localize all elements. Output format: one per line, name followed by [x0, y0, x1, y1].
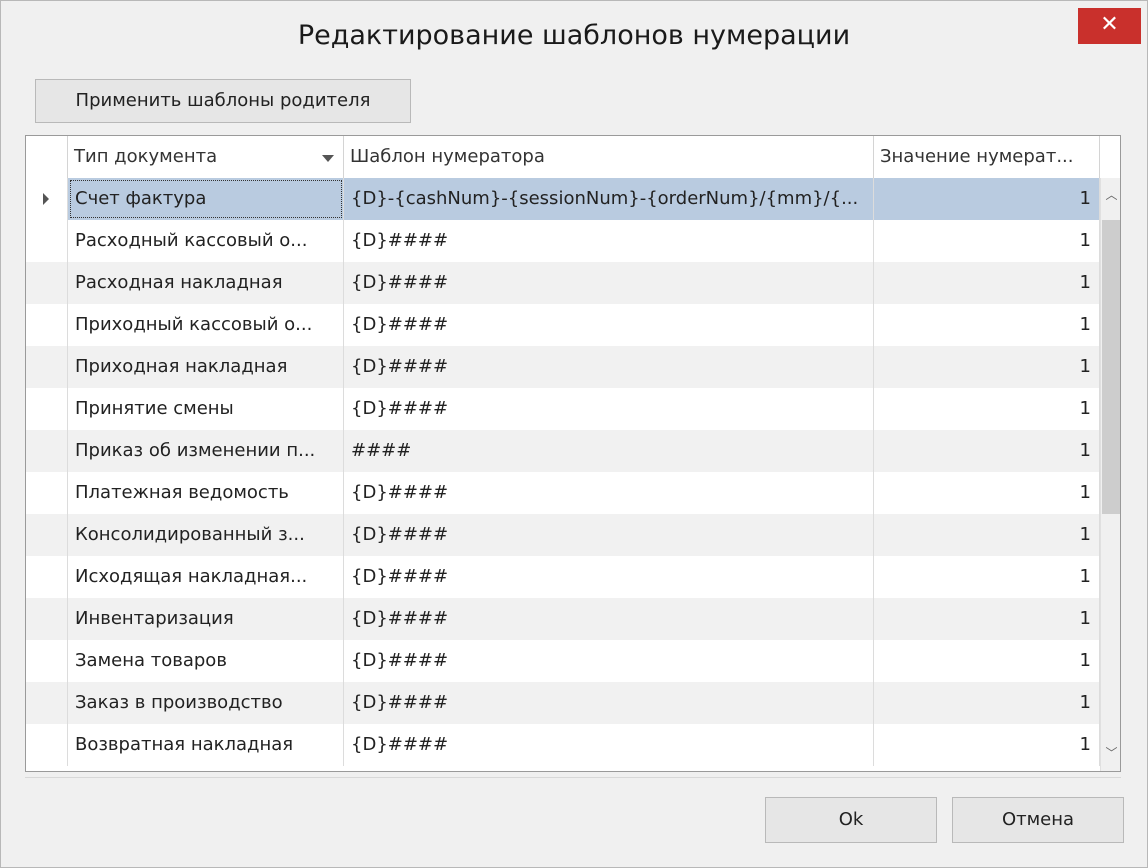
- doc-type-cell[interactable]: Платежная ведомость: [68, 472, 344, 514]
- table-row[interactable]: Инвентаризация {D}#### 1: [26, 598, 1100, 640]
- table-row[interactable]: Платежная ведомость {D}#### 1: [26, 472, 1100, 514]
- template-cell[interactable]: {D}####: [344, 262, 874, 304]
- counter-value-cell[interactable]: 1: [874, 514, 1100, 556]
- template-cell[interactable]: {D}####: [344, 556, 874, 598]
- template-cell[interactable]: {D}####: [344, 724, 874, 766]
- doc-type-cell[interactable]: Расходная накладная: [68, 262, 344, 304]
- counter-value-cell[interactable]: 1: [874, 388, 1100, 430]
- counter-value-cell[interactable]: 1: [874, 430, 1100, 472]
- table-row[interactable]: Расходная накладная {D}#### 1: [26, 262, 1100, 304]
- close-button[interactable]: ✕: [1078, 8, 1141, 44]
- row-indicator-cell[interactable]: [26, 178, 68, 220]
- row-indicator-cell[interactable]: [26, 514, 68, 556]
- doc-type-cell[interactable]: Приходный кассовый о...: [68, 304, 344, 346]
- doc-type-cell[interactable]: Приказ об изменении п...: [68, 430, 344, 472]
- column-header-label: Шаблон нумератора: [350, 146, 545, 167]
- table-row[interactable]: Возвратная накладная {D}#### 1: [26, 724, 1100, 766]
- doc-type-cell[interactable]: Счет фактура: [68, 178, 344, 220]
- table-row[interactable]: Расходный кассовый о... {D}#### 1: [26, 220, 1100, 262]
- footer-divider: [25, 777, 1121, 778]
- template-cell[interactable]: {D}####: [344, 346, 874, 388]
- counter-value-cell[interactable]: 1: [874, 472, 1100, 514]
- table-row[interactable]: Приказ об изменении п... #### 1: [26, 430, 1100, 472]
- counter-value-cell[interactable]: 1: [874, 262, 1100, 304]
- row-indicator-cell[interactable]: [26, 220, 68, 262]
- doc-type-cell[interactable]: Возвратная накладная: [68, 724, 344, 766]
- row-indicator-cell[interactable]: [26, 346, 68, 388]
- column-header-doc-type[interactable]: Тип документа: [68, 136, 344, 178]
- title-bar: Редактирование шаблонов нумерации ✕: [1, 1, 1147, 71]
- doc-type-cell[interactable]: Замена товаров: [68, 640, 344, 682]
- doc-type-cell[interactable]: Расходный кассовый о...: [68, 220, 344, 262]
- header-indicator-cell: [26, 136, 68, 178]
- template-cell[interactable]: {D}####: [344, 682, 874, 724]
- template-cell[interactable]: {D}####: [344, 640, 874, 682]
- scroll-down-icon[interactable]: ﹀: [1101, 738, 1120, 768]
- table-row[interactable]: Замена товаров {D}#### 1: [26, 640, 1100, 682]
- row-indicator-cell[interactable]: [26, 682, 68, 724]
- counter-value-cell[interactable]: 1: [874, 682, 1100, 724]
- row-indicator-cell[interactable]: [26, 556, 68, 598]
- row-indicator-cell[interactable]: [26, 640, 68, 682]
- counter-value-cell[interactable]: 1: [874, 346, 1100, 388]
- vertical-scrollbar[interactable]: ︿ ﹀: [1100, 178, 1120, 771]
- column-header-label: Тип документа: [74, 146, 218, 167]
- doc-type-cell[interactable]: Консолидированный з...: [68, 514, 344, 556]
- row-indicator-cell[interactable]: [26, 598, 68, 640]
- table-row[interactable]: Счет фактура {D}-{cashNum}-{sessionNum}-{…: [26, 178, 1100, 220]
- scroll-thumb[interactable]: [1102, 220, 1120, 514]
- apply-parent-templates-button[interactable]: Применить шаблоны родителя: [35, 79, 411, 123]
- doc-type-cell[interactable]: Инвентаризация: [68, 598, 344, 640]
- counter-value-cell[interactable]: 1: [874, 724, 1100, 766]
- doc-type-cell[interactable]: Заказ в производство: [68, 682, 344, 724]
- numbering-templates-grid: Тип документа Шаблон нумератора Значение…: [25, 135, 1121, 772]
- counter-value-cell[interactable]: 1: [874, 220, 1100, 262]
- counter-value-cell[interactable]: 1: [874, 178, 1100, 220]
- template-cell[interactable]: {D}-{cashNum}-{sessionNum}-{orderNum}/{m…: [344, 178, 874, 220]
- row-indicator-cell[interactable]: [26, 388, 68, 430]
- cancel-button[interactable]: Отмена: [952, 797, 1124, 843]
- template-cell[interactable]: {D}####: [344, 220, 874, 262]
- table-row[interactable]: Консолидированный з... {D}#### 1: [26, 514, 1100, 556]
- row-indicator-cell[interactable]: [26, 304, 68, 346]
- template-cell[interactable]: {D}####: [344, 598, 874, 640]
- doc-type-cell[interactable]: Приходная накладная: [68, 346, 344, 388]
- counter-value-cell[interactable]: 1: [874, 640, 1100, 682]
- row-indicator-cell[interactable]: [26, 472, 68, 514]
- scroll-up-icon[interactable]: ︿: [1101, 180, 1120, 210]
- column-header-value[interactable]: Значение нумерат...: [874, 136, 1100, 178]
- table-row[interactable]: Исходящая накладная... {D}#### 1: [26, 556, 1100, 598]
- table-row[interactable]: Заказ в производство {D}#### 1: [26, 682, 1100, 724]
- table-row[interactable]: Приходный кассовый о... {D}#### 1: [26, 304, 1100, 346]
- current-row-arrow-icon: [43, 193, 49, 205]
- template-cell[interactable]: {D}####: [344, 514, 874, 556]
- ok-button[interactable]: Ok: [765, 797, 937, 843]
- counter-value-cell[interactable]: 1: [874, 556, 1100, 598]
- doc-type-cell[interactable]: Принятие смены: [68, 388, 344, 430]
- template-cell[interactable]: ####: [344, 430, 874, 472]
- sort-down-icon[interactable]: [322, 155, 334, 162]
- column-header-template[interactable]: Шаблон нумератора: [344, 136, 874, 178]
- counter-value-cell[interactable]: 1: [874, 598, 1100, 640]
- row-indicator-cell[interactable]: [26, 430, 68, 472]
- grid-header: Тип документа Шаблон нумератора Значение…: [26, 136, 1120, 179]
- dialog-window: Редактирование шаблонов нумерации ✕ Прим…: [0, 0, 1148, 868]
- column-header-label: Значение нумерат...: [880, 146, 1074, 167]
- template-cell[interactable]: {D}####: [344, 388, 874, 430]
- dialog-title: Редактирование шаблонов нумерации: [297, 20, 851, 51]
- row-indicator-cell[interactable]: [26, 724, 68, 766]
- counter-value-cell[interactable]: 1: [874, 304, 1100, 346]
- table-row[interactable]: Приходная накладная {D}#### 1: [26, 346, 1100, 388]
- template-cell[interactable]: {D}####: [344, 304, 874, 346]
- template-cell[interactable]: {D}####: [344, 472, 874, 514]
- table-row[interactable]: Принятие смены {D}#### 1: [26, 388, 1100, 430]
- row-indicator-cell[interactable]: [26, 262, 68, 304]
- doc-type-cell[interactable]: Исходящая накладная...: [68, 556, 344, 598]
